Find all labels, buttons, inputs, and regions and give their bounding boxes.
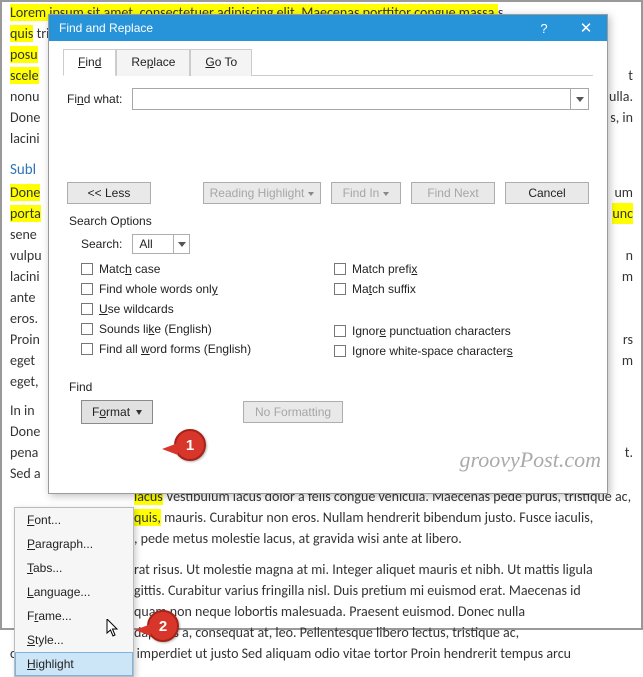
sounds-like-checkbox[interactable]: Sounds like (English)	[81, 322, 334, 336]
menu-item-tabs[interactable]: Tabs...	[15, 556, 133, 580]
cursor-icon	[106, 619, 120, 637]
search-direction-select[interactable]: All	[132, 234, 190, 254]
close-button[interactable]: ✕	[565, 15, 607, 41]
search-options-label: Search Options	[69, 214, 593, 228]
find-what-label: Find what:	[67, 92, 122, 106]
search-direction-label: Search:	[81, 237, 122, 251]
no-formatting-button[interactable]: No Formatting	[243, 401, 343, 423]
match-case-checkbox[interactable]: Match case	[81, 262, 334, 276]
menu-item-language[interactable]: Language...	[15, 580, 133, 604]
menu-item-highlight[interactable]: Highlight	[15, 652, 133, 676]
match-prefix-checkbox[interactable]: Match prefix	[334, 262, 587, 276]
match-suffix-checkbox[interactable]: Match suffix	[334, 282, 587, 296]
find-section-label: Find	[69, 380, 593, 394]
dialog-title: Find and Replace	[59, 21, 153, 35]
format-menu: Font... Paragraph... Tabs... Language...…	[14, 507, 134, 677]
wildcards-checkbox[interactable]: Use wildcards	[81, 302, 334, 316]
chevron-down-icon	[136, 410, 142, 415]
find-replace-dialog: Find and Replace ? ✕ Find Replace Go To …	[48, 14, 608, 494]
tab-find[interactable]: Find	[63, 49, 116, 76]
menu-item-paragraph[interactable]: Paragraph...	[15, 532, 133, 556]
less-button[interactable]: << Less	[67, 182, 151, 204]
format-button[interactable]: Format	[81, 400, 153, 424]
whole-words-checkbox[interactable]: Find whole words only	[81, 282, 334, 296]
annotation-marker-2: 2	[147, 610, 183, 652]
ignore-whitespace-checkbox[interactable]: Ignore white-space characters	[334, 344, 587, 358]
ignore-punct-checkbox[interactable]: Ignore punctuation characters	[334, 324, 587, 338]
chevron-down-icon	[173, 235, 189, 253]
chevron-down-icon[interactable]	[570, 89, 588, 109]
tab-replace[interactable]: Replace	[116, 49, 190, 76]
help-button[interactable]: ?	[523, 15, 565, 41]
tabstrip: Find Replace Go To	[63, 49, 593, 76]
titlebar[interactable]: Find and Replace ? ✕	[49, 15, 607, 41]
reading-highlight-button[interactable]: Reading Highlight	[203, 182, 321, 204]
find-in-button[interactable]: Find In	[331, 182, 401, 204]
annotation-marker-1: 1	[174, 429, 210, 471]
find-next-button[interactable]: Find Next	[411, 182, 495, 204]
menu-item-font[interactable]: Font...	[15, 508, 133, 532]
word-forms-checkbox[interactable]: Find all word forms (English)	[81, 342, 334, 356]
cancel-button[interactable]: Cancel	[505, 182, 589, 204]
find-what-input[interactable]	[132, 88, 589, 110]
tab-goto[interactable]: Go To	[190, 49, 252, 76]
